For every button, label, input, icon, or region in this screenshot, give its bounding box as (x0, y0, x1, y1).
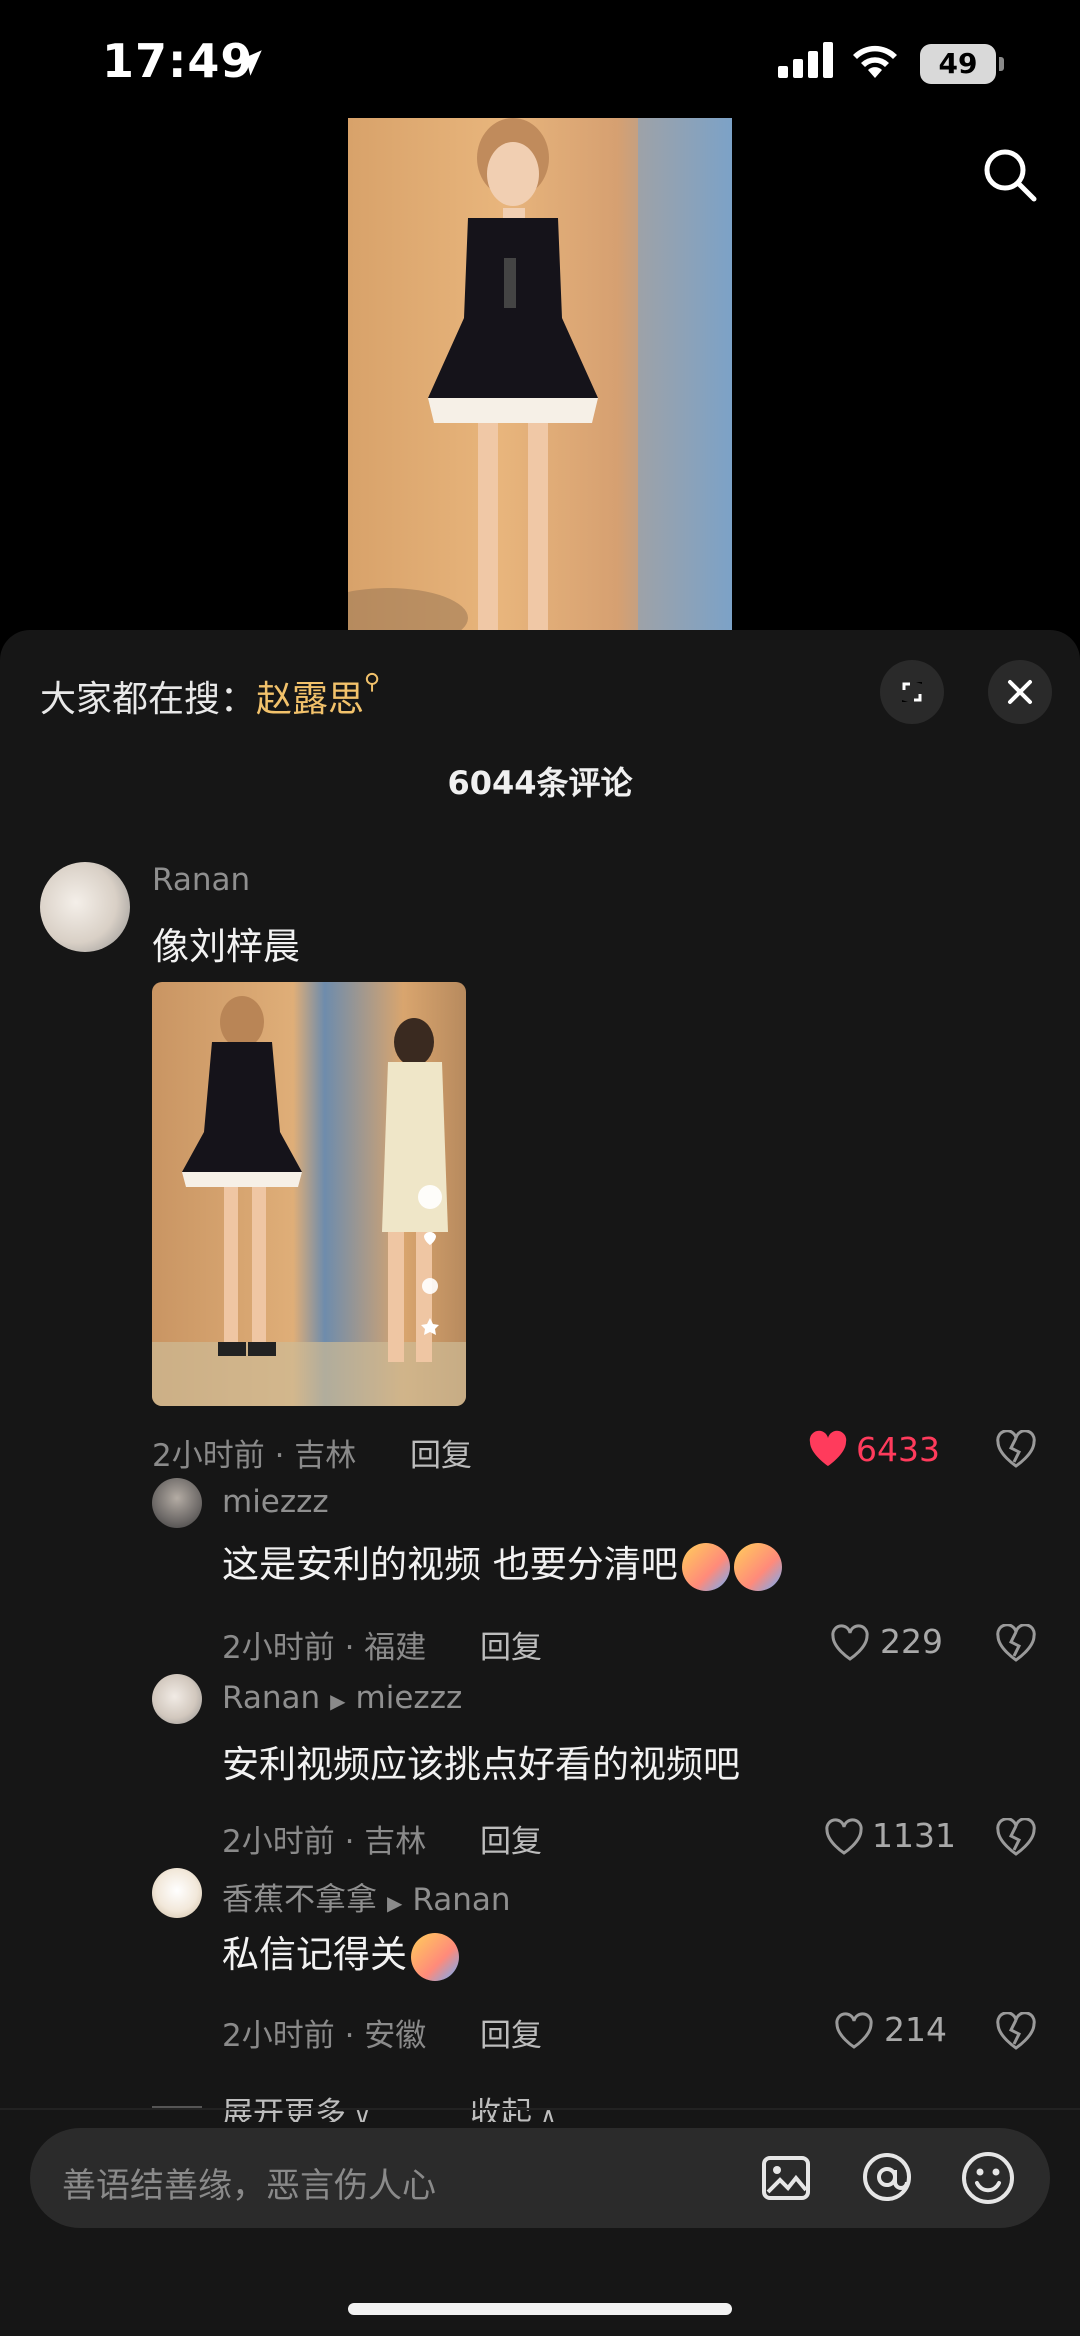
hugging-emoji-icon (681, 1542, 730, 1591)
thumbnail-image (152, 996, 466, 1406)
reply-button[interactable]: 回复 (480, 1622, 542, 1667)
heart-filled-icon[interactable] (808, 1430, 848, 1468)
input-separator (0, 2108, 1080, 2110)
reply-target[interactable]: miezzz (356, 1680, 463, 1716)
like-count: 1131 (872, 1816, 956, 1855)
search-icon[interactable] (980, 145, 1040, 205)
reply-author[interactable]: Ranan (222, 1680, 320, 1716)
search-small-icon: ⚲ (364, 670, 381, 695)
reply-target[interactable]: Ranan (412, 1882, 510, 1918)
status-bar: 17:49 49 (0, 0, 1080, 120)
close-button[interactable] (988, 660, 1052, 724)
comment-text: 像刘梓晨 (152, 925, 300, 968)
heart-outline-icon[interactable] (834, 2012, 874, 2050)
close-icon (1008, 680, 1032, 704)
emoji-picker-icon[interactable] (960, 2150, 1016, 2206)
like-count: 229 (880, 1622, 943, 1661)
comment-username[interactable]: miezzz (222, 1484, 329, 1520)
hugging-emoji-icon (411, 1932, 459, 1981)
dislike-broken-heart-icon[interactable] (996, 1818, 1036, 1856)
reply-button[interactable]: 回复 (480, 2010, 542, 2055)
hugging-emoji-icon (733, 1542, 782, 1591)
comment-text: 安利视频应该挑点好看的视频吧 (222, 1743, 740, 1786)
comment-username[interactable]: 香蕉不拿拿 ▶ Ranan (222, 1874, 511, 1919)
comment-meta: 2小时前 · 福建 (222, 1630, 427, 1666)
expand-icon (902, 682, 922, 702)
dislike-broken-heart-icon[interactable] (996, 2012, 1036, 2050)
avatar[interactable] (40, 862, 130, 952)
comment-text-content: 这是安利的视频 也要分清吧 (222, 1543, 678, 1586)
image-picker-icon[interactable] (760, 2152, 812, 2204)
comment-input-placeholder[interactable]: 善语结善缘，恶言伤人心 (62, 2158, 436, 2207)
comment-text-content: 私信记得关 (222, 1933, 407, 1976)
heart-outline-icon[interactable] (824, 1818, 864, 1856)
avatar[interactable] (152, 1868, 202, 1918)
cellular-signal-icon (778, 42, 833, 78)
video-frame-image (348, 118, 732, 632)
battery-indicator: 49 (920, 44, 1004, 84)
comment-username[interactable]: Ranan (152, 862, 250, 898)
chevron-down-icon: ∨ (346, 2102, 372, 2122)
collapse-button[interactable]: 收起 ∧ (470, 2088, 557, 2122)
location-arrow-icon (236, 50, 262, 76)
status-time: 17:49 (102, 34, 254, 88)
comment-text: 私信记得关 (222, 1924, 459, 1981)
dislike-broken-heart-icon[interactable] (996, 1624, 1036, 1662)
comment-meta: 2小时前 · 安徽 (222, 2018, 427, 2054)
comment-count: 6044条评论 (447, 764, 633, 802)
reply-button[interactable]: 回复 (480, 1816, 542, 1861)
like-count: 6433 (856, 1430, 940, 1469)
reply-author[interactable]: 香蕉不拿拿 (222, 1882, 377, 1918)
dislike-broken-heart-icon[interactable] (996, 1430, 1036, 1468)
wifi-icon (853, 45, 897, 78)
heart-outline-icon[interactable] (830, 1624, 870, 1662)
comments-panel: 大家都在搜：赵露思⚲ 6044条评论 Ranan 像刘梓晨 2小时前 · 吉林 … (0, 630, 1080, 2336)
comment-meta: 2小时前 · 吉林 (152, 1438, 357, 1474)
fullscreen-button[interactable] (880, 660, 944, 724)
comment-username[interactable]: Ranan ▶ miezzz (222, 1680, 462, 1716)
hot-search[interactable]: 大家都在搜：赵露思⚲ (40, 670, 380, 722)
expand-more-button[interactable]: 展开更多 ∨ (222, 2088, 371, 2122)
comment-text: 这是安利的视频 也要分清吧 (222, 1534, 782, 1591)
reply-to-arrow-icon: ▶ (330, 1689, 346, 1713)
like-count: 214 (884, 2010, 947, 2049)
hot-search-keyword[interactable]: 赵露思 (256, 679, 364, 720)
reply-button[interactable]: 回复 (410, 1430, 472, 1475)
mention-at-icon[interactable] (860, 2150, 914, 2204)
avatar[interactable] (152, 1478, 202, 1528)
home-indicator[interactable] (348, 2303, 732, 2315)
comment-meta: 2小时前 · 吉林 (222, 1824, 427, 1860)
comment-input-bar[interactable]: 善语结善缘，恶言伤人心 (30, 2128, 1050, 2228)
reply-to-arrow-icon: ▶ (387, 1891, 403, 1915)
video-player[interactable] (348, 118, 732, 632)
thread-controls: 展开更多 ∨ 收起 ∧ (0, 2082, 1080, 2122)
avatar[interactable] (152, 1674, 202, 1724)
comment-video-thumbnail[interactable] (152, 982, 466, 1406)
hot-search-label: 大家都在搜： (40, 679, 257, 720)
chevron-up-icon: ∧ (532, 2102, 558, 2122)
